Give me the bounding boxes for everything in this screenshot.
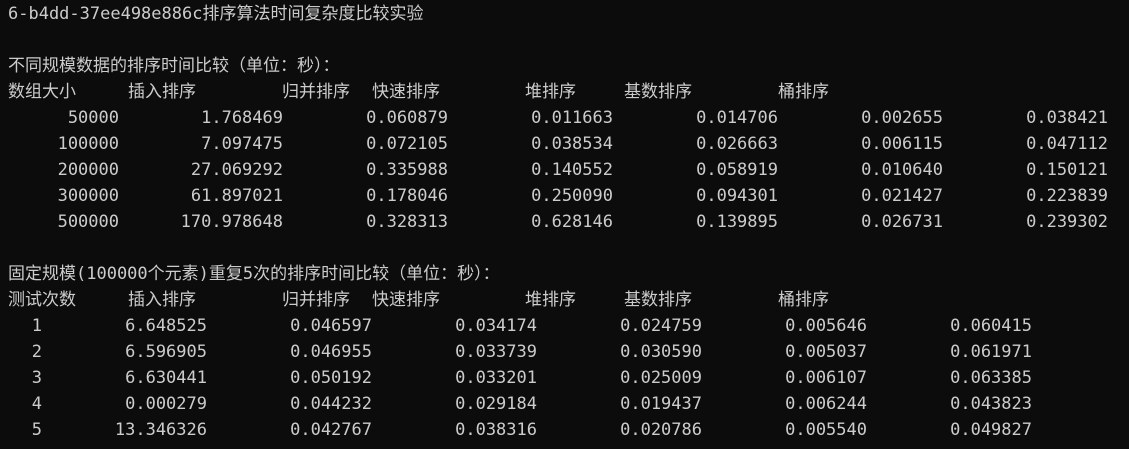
section1-table-cell: 0.335988 [366, 160, 448, 180]
section1-col-header: 快速排序 [372, 82, 440, 102]
section2-table-cell: 0.005540 [785, 420, 867, 440]
section1-table-cell: 0.072105 [366, 134, 448, 154]
section1-table-cell: 0.239302 [1026, 212, 1108, 232]
section2-table-cell: 0.025009 [620, 368, 702, 388]
section1-table-cell: 61.897021 [190, 186, 283, 206]
section2-table-cell: 0.050192 [290, 368, 372, 388]
next-prompt-line [8, 440, 148, 449]
section2-table-cell: 0.060415 [950, 316, 1032, 336]
section2-table-cell: 0.038316 [455, 420, 537, 440]
section1-table-cell: 0.006115 [861, 134, 943, 154]
section2-table-cell: 0.061971 [950, 342, 1032, 362]
section1-table-cell: 100000 [57, 134, 119, 154]
section2-col-header: 快速排序 [372, 290, 440, 310]
section1-table-cell: 0.014706 [696, 108, 778, 128]
section1-table-cell: 500000 [57, 212, 119, 232]
section1-table-cell: 0.038534 [531, 134, 613, 154]
section1-table-cell: 1.768469 [201, 108, 283, 128]
section2-table-cell: 0.000279 [125, 394, 207, 414]
section1-col-header: 桶排序 [778, 82, 829, 102]
section2-table-cell: 6.648525 [125, 316, 207, 336]
section2-table-cell: 0.019437 [620, 394, 702, 414]
section1-table-cell: 27.069292 [190, 160, 283, 180]
section1-table-cell: 0.011663 [531, 108, 613, 128]
section2-table-cell: 4 [31, 394, 42, 414]
section2-table-cell: 0.006107 [785, 368, 867, 388]
section1-table-cell: 0.026731 [861, 212, 943, 232]
section2-table-cell: 0.006244 [785, 394, 867, 414]
section2-table-cell: 2 [31, 342, 42, 362]
section2-heading: 固定规模(100000个元素)重复5次的排序时间比较（单位：秒）： [8, 264, 500, 284]
section2-col-header: 堆排序 [525, 290, 576, 310]
section2-table-cell: 0.029184 [455, 394, 537, 414]
section2-table-cell: 0.024759 [620, 316, 702, 336]
section1-table-cell: 0.223839 [1026, 186, 1108, 206]
section1-table-cell: 0.047112 [1026, 134, 1108, 154]
section2-col-header: 桶排序 [778, 290, 829, 310]
section2-table-cell: 0.030590 [620, 342, 702, 362]
section1-col-header: 堆排序 [525, 82, 576, 102]
section1-table-cell: 0.628146 [531, 212, 613, 232]
section2-table-cell: 3 [31, 368, 42, 388]
section2-table-cell: 0.005037 [785, 342, 867, 362]
section2-table-cell: 0.042767 [290, 420, 372, 440]
section1-table-cell: 0.038421 [1026, 108, 1108, 128]
section2-table-cell: 0.005646 [785, 316, 867, 336]
section1-table-cell: 50000 [67, 108, 119, 128]
section1-table-cell: 300000 [57, 186, 119, 206]
section2-table-cell: 6.596905 [125, 342, 207, 362]
section1-table-cell: 7.097475 [201, 134, 283, 154]
section2-table-cell: 0.044232 [290, 394, 372, 414]
section1-col-header: 归并排序 [282, 82, 350, 102]
program-title-line: 6-b4dd-37ee498e886c排序算法时间复杂度比较实验 [8, 4, 424, 24]
section1-heading: 不同规模数据的排序时间比较（单位：秒）： [8, 56, 340, 76]
section2-table-cell: 0.033739 [455, 342, 537, 362]
section1-col-header: 数组大小 [8, 82, 76, 102]
section1-table-cell: 0.328313 [366, 212, 448, 232]
terminal-window: { "title_line": "6-b4dd-37ee498e886c排序算法… [0, 0, 1129, 449]
section1-table-cell: 170.978648 [180, 212, 283, 232]
section1-table-cell: 0.002655 [861, 108, 943, 128]
section2-col-header: 插入排序 [128, 290, 196, 310]
section1-table-cell: 0.060879 [366, 108, 448, 128]
section2-table-cell: 0.043823 [950, 394, 1032, 414]
section1-table-cell: 0.010640 [861, 160, 943, 180]
section1-col-header: 插入排序 [128, 82, 196, 102]
section1-table-cell: 0.058919 [696, 160, 778, 180]
section2-table-cell: 0.034174 [455, 316, 537, 336]
section1-table-cell: 0.139895 [696, 212, 778, 232]
section1-table-cell: 0.021427 [861, 186, 943, 206]
section1-table-cell: 0.250090 [531, 186, 613, 206]
section1-table-cell: 0.140552 [531, 160, 613, 180]
section1-table-cell: 0.178046 [366, 186, 448, 206]
section1-table-cell: 200000 [57, 160, 119, 180]
section1-table-cell: 0.094301 [696, 186, 778, 206]
section2-table-cell: 0.033201 [455, 368, 537, 388]
section1-table-cell: 0.150121 [1026, 160, 1108, 180]
section2-table-cell: 1 [31, 316, 42, 336]
section2-table-cell: 0.046955 [290, 342, 372, 362]
section2-col-header: 归并排序 [282, 290, 350, 310]
section2-col-header: 基数排序 [624, 290, 692, 310]
section2-table-cell: 6.630441 [125, 368, 207, 388]
section2-table-cell: 0.046597 [290, 316, 372, 336]
section2-col-header: 测试次数 [8, 290, 76, 310]
section1-col-header: 基数排序 [624, 82, 692, 102]
section1-table-cell: 0.026663 [696, 134, 778, 154]
section2-table-cell: 0.020786 [620, 420, 702, 440]
section2-table-cell: 0.049827 [950, 420, 1032, 440]
section2-table-cell: 0.063385 [950, 368, 1032, 388]
